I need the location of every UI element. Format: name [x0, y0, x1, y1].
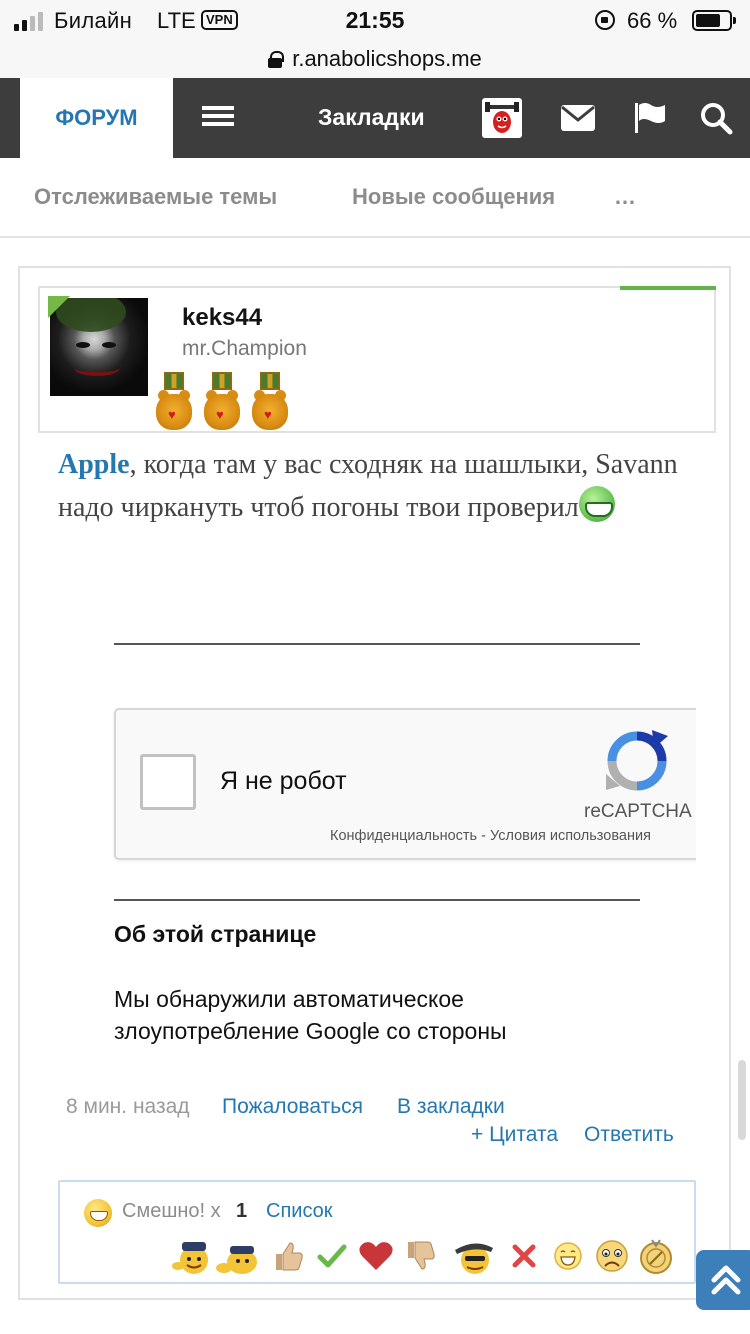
online-indicator: [48, 296, 70, 318]
nav-bookmarks[interactable]: Закладки: [318, 104, 425, 131]
reaction-bar: [172, 1236, 676, 1276]
heart-icon[interactable]: [356, 1236, 396, 1276]
tab-forum[interactable]: ФОРУМ: [20, 78, 173, 158]
scroll-indicator: [738, 1060, 746, 1140]
subnav-more[interactable]: …: [614, 184, 636, 210]
recaptcha-logo-icon: [606, 730, 668, 791]
flag-icon[interactable]: [630, 98, 670, 138]
gangster-smile-icon[interactable]: [444, 1236, 500, 1276]
divider: [114, 643, 640, 645]
badge-icon[interactable]: [636, 1236, 676, 1276]
author-box: keks44 mr.Champion ♥ ♥ ♥: [38, 286, 716, 433]
divider: [114, 899, 640, 901]
search-icon[interactable]: [696, 98, 736, 138]
about-page-text: Мы обнаружили автоматическое злоупотребл…: [114, 986, 507, 1044]
post: keks44 mr.Champion ♥ ♥ ♥ Apple, когда та…: [18, 266, 731, 1300]
author-accent-bar: [620, 286, 716, 290]
bookmark-link[interactable]: В закладки: [397, 1095, 505, 1119]
laugh-reaction-icon: [84, 1199, 112, 1227]
lock-icon: [268, 51, 285, 68]
captcha-label: Я не робот: [220, 767, 347, 795]
double-chevron-up-icon: [711, 1265, 741, 1295]
cross-icon[interactable]: [504, 1236, 544, 1276]
reactions-box: Смешно! x 1 Список: [58, 1180, 696, 1284]
envelope-icon[interactable]: [558, 98, 598, 138]
reaction-count: 1: [236, 1200, 248, 1222]
menu-icon[interactable]: [202, 106, 234, 126]
captcha-footer: Конфиденциальность - Условия использован…: [330, 828, 651, 844]
post-timestamp[interactable]: 8 мин. назад: [66, 1095, 190, 1119]
reaction-multiplier: x: [210, 1200, 221, 1222]
sub-nav: Отслеживаемые темы Новые сообщения …: [0, 158, 750, 238]
battery-percent: 66 %: [627, 8, 678, 33]
captcha-checkbox[interactable]: [140, 754, 196, 810]
battery-icon: [692, 10, 736, 31]
laugh-icon[interactable]: [548, 1236, 588, 1276]
post-message: Apple, когда там у вас сходняк на шашлык…: [58, 444, 708, 529]
cop-smile-icon[interactable]: [172, 1236, 212, 1276]
report-link[interactable]: Пожаловаться: [222, 1095, 363, 1119]
captcha-privacy-link[interactable]: Конфиденциальность: [330, 828, 477, 844]
sad-icon[interactable]: [592, 1236, 632, 1276]
reaction-label: Смешно! x: [122, 1200, 221, 1222]
thumbs-up-icon[interactable]: [268, 1236, 308, 1276]
reply-link[interactable]: Ответить: [584, 1123, 674, 1147]
thumbs-down-icon[interactable]: [400, 1236, 440, 1276]
cop-lying-icon[interactable]: [216, 1236, 264, 1276]
subnav-watched-threads[interactable]: Отслеживаемые темы: [34, 184, 277, 210]
author-title: mr.Champion: [182, 337, 307, 360]
author-username[interactable]: keks44: [182, 304, 262, 332]
status-bar: Билайн LTE VPN 21:55 66 %: [0, 0, 750, 40]
bear-medal-icon[interactable]: ♥: [156, 372, 192, 432]
captcha-terms-link[interactable]: Условия использования: [490, 828, 651, 844]
address-bar[interactable]: r.anabolicshops.me: [0, 40, 750, 78]
captcha-embed: Я не робот reCAPTCHA Конфиденциальность …: [58, 570, 696, 1047]
rotation-lock-icon: [595, 10, 615, 30]
user-avatar[interactable]: [482, 98, 522, 138]
recaptcha-brand: reCAPTCHA: [584, 801, 692, 822]
award-medals: ♥ ♥ ♥: [156, 372, 288, 432]
about-page-title: Об этой странице: [114, 921, 317, 947]
bear-medal-icon[interactable]: ♥: [252, 372, 288, 432]
scroll-to-top-button[interactable]: [696, 1250, 750, 1310]
user-mention[interactable]: Apple: [58, 449, 130, 480]
grin-icon: [578, 486, 615, 522]
quote-link[interactable]: + Цитата: [471, 1123, 558, 1147]
subnav-new-posts[interactable]: Новые сообщения: [352, 184, 555, 210]
reaction-list-link[interactable]: Список: [266, 1200, 333, 1223]
url-text: r.anabolicshops.me: [292, 46, 482, 71]
captcha-separator: -: [477, 828, 490, 844]
check-icon[interactable]: [312, 1236, 352, 1276]
main-nav: ФОРУМ Закладки: [0, 78, 750, 158]
bear-medal-icon[interactable]: ♥: [204, 372, 240, 432]
recaptcha-widget: Я не робот reCAPTCHA Конфиденциальность …: [114, 708, 696, 860]
